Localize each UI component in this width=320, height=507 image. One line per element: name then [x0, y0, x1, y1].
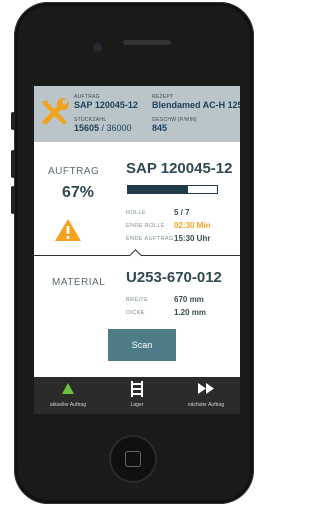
tab-storage-label: Lager: [130, 402, 144, 408]
mute-switch[interactable]: [11, 112, 15, 130]
stueckzahl-done: 15605: [74, 123, 100, 133]
header-stueckzahl-value: 15605 / 36000: [74, 123, 132, 133]
ende-rolle-label: ENDE ROLLE: [126, 223, 165, 229]
order-header: AUFTRAG SAP 120045-12 REZEPT Blendamed A…: [34, 86, 240, 142]
fast-forward-icon: [198, 383, 214, 394]
material-section-label: MATERIAL: [52, 277, 106, 288]
tab-next-order[interactable]: nächster Auftrag: [172, 377, 240, 414]
auftrag-number: SAP 120045-12: [126, 160, 233, 177]
material-number: U253-670-012: [126, 269, 222, 286]
volume-down-button[interactable]: [11, 186, 15, 214]
auftrag-section-label: AUFTRAG: [48, 166, 100, 177]
auftrag-percent: 67%: [62, 184, 95, 201]
divider-notch: [129, 249, 142, 262]
volume-up-button[interactable]: [11, 150, 15, 178]
rolle-value: 5 / 7: [174, 208, 190, 217]
tab-storage[interactable]: Lager: [103, 377, 171, 414]
shelf-icon: [131, 381, 143, 397]
tab-current-order[interactable]: aktueller Auftrag: [34, 377, 102, 414]
auftrag-progress-fill: [128, 186, 188, 193]
header-auftrag-value: SAP 120045-12: [74, 100, 138, 110]
tab-bar: aktueller Auftrag Lager nächster Auftrag: [34, 377, 240, 414]
auftrag-progress-bar: [127, 185, 218, 194]
home-button[interactable]: [111, 437, 155, 481]
tools-icon: [42, 98, 69, 125]
tab-current-order-label: aktueller Auftrag: [49, 402, 87, 408]
tab-next-order-label: nächster Auftrag: [187, 402, 225, 408]
scan-button[interactable]: Scan: [108, 329, 176, 361]
header-rezept-value: Blendamed AC-H 125g: [152, 100, 240, 110]
speaker: [123, 40, 171, 45]
stueckzahl-total: / 36000: [99, 123, 132, 133]
ende-rolle-value: 02:30 Min: [174, 221, 211, 230]
ende-auftrag-value: 15:30 Uhr: [174, 234, 211, 243]
app-screen: AUFTRAG SAP 120045-12 REZEPT Blendamed A…: [34, 86, 240, 414]
dicke-label: DICKE: [126, 310, 145, 316]
header-geschw-value: 845: [152, 123, 168, 133]
warning-icon: [55, 219, 81, 241]
breite-label: BREITE: [126, 297, 149, 303]
triangle-up-icon: [62, 383, 74, 394]
rolle-label: ROLLE: [126, 210, 147, 216]
ende-auftrag-label: ENDE AUFTRAG: [126, 236, 174, 242]
dicke-value: 1.20 mm: [174, 308, 207, 317]
breite-value: 670 mm: [174, 295, 204, 304]
front-camera: [94, 44, 101, 51]
